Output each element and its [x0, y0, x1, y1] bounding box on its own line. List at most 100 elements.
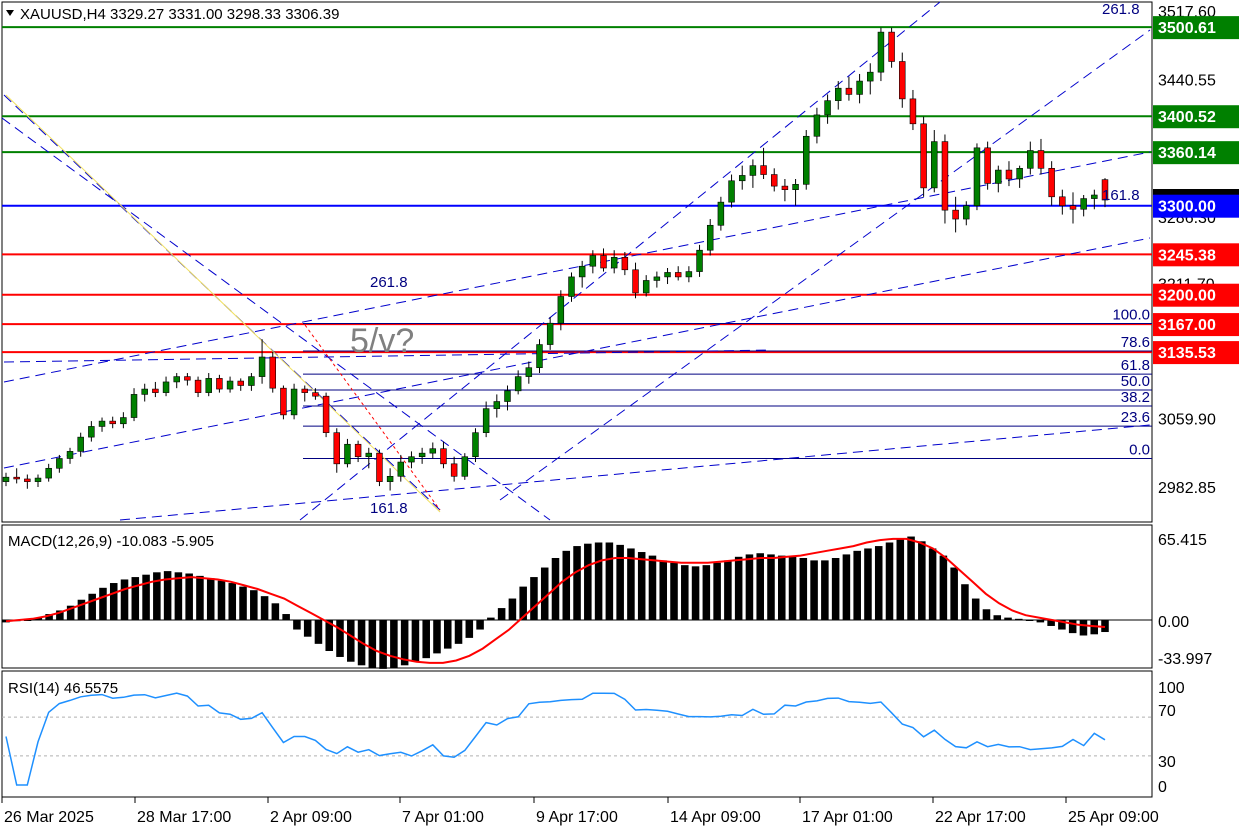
candle-body [685, 271, 693, 278]
macd-axis-label: 65.415 [1158, 532, 1207, 549]
macd-bar [271, 603, 280, 620]
macd-title: MACD(12,26,9) -10.083 -5.905 [8, 533, 214, 550]
candle-body [1069, 205, 1077, 210]
candle-body [856, 80, 863, 95]
candle-body [568, 276, 575, 297]
candle-body [408, 456, 415, 463]
price-axis: 3517.603440.553364.653286.303211.703059.… [1153, 4, 1239, 497]
candle-body [77, 436, 84, 452]
macd-bar [950, 567, 958, 620]
candle-body [440, 448, 447, 465]
macd-bar [368, 620, 377, 668]
candle-body [1059, 196, 1066, 206]
symbol-line: XAUUSD,H4 3329.27 3331.00 3298.33 3306.3… [20, 6, 339, 23]
macd-bar [1068, 620, 1077, 634]
level-box-label: 3200.00 [1158, 288, 1216, 305]
candle-body [152, 388, 159, 393]
candle-body [66, 451, 74, 459]
macd-bar [314, 620, 323, 644]
price-panel [1, 1, 1153, 523]
macd-bar [573, 546, 581, 620]
macd-bar [497, 608, 506, 620]
candle-body [1027, 150, 1034, 169]
candle-body [482, 408, 490, 433]
candle-body [205, 378, 212, 393]
macd-bar [756, 553, 764, 620]
macd-bar [443, 620, 452, 649]
time-axis-label: 25 Apr 09:00 [1068, 809, 1159, 826]
macd-bar [422, 620, 430, 659]
candle-body [888, 31, 895, 62]
candle-body [354, 443, 362, 458]
candle-body [418, 452, 426, 458]
macd-bar [907, 536, 915, 620]
fib-ext-label: 261.8 [1102, 1, 1140, 18]
candle-body [376, 452, 383, 482]
candle-body [461, 456, 469, 477]
macd-bar [864, 548, 872, 620]
candle-body [963, 205, 970, 220]
candle-body [749, 165, 757, 176]
candle-body [589, 255, 597, 267]
macd-axis-label: -33.997 [1158, 651, 1212, 668]
time-axis-label: 22 Apr 17:00 [935, 809, 1026, 826]
candle-body [909, 98, 917, 125]
macd-bar [88, 593, 96, 620]
macd-bar [303, 620, 312, 637]
macd-bar [411, 620, 420, 662]
fib-level-label: 38.2 [1121, 389, 1150, 406]
candle-body [1016, 168, 1023, 180]
rsi-title: RSI(14) 46.5575 [8, 680, 118, 697]
level-box-label: 3135.53 [1158, 345, 1216, 362]
candle-body [258, 356, 266, 377]
candle-body [1005, 169, 1013, 180]
candle-body [13, 476, 20, 480]
candle-body [130, 394, 138, 418]
candle-body [835, 87, 842, 101]
candle-body [56, 458, 63, 469]
candle-body [995, 169, 1002, 184]
candle-body [728, 180, 735, 203]
candle-body [1080, 198, 1087, 210]
fib-level-label: 100.0 [1112, 307, 1150, 324]
macd-bar [465, 620, 474, 638]
candle-body [984, 147, 991, 184]
macd-bar [1025, 620, 1034, 621]
candle-body [952, 209, 959, 220]
candle-body [194, 379, 202, 393]
candle-body [941, 141, 949, 211]
macd-bar [670, 562, 678, 620]
candle-body [546, 322, 554, 345]
candle-body [610, 257, 618, 269]
macd-bar [476, 620, 484, 630]
macd-bar [1004, 617, 1012, 620]
candle-body [493, 401, 501, 409]
level-box-label: 3500.61 [1158, 20, 1216, 37]
macd-bar [713, 562, 721, 620]
macd-bar [1079, 620, 1088, 636]
time-axis-label: 2 Apr 09:00 [270, 809, 352, 826]
candle-body [450, 463, 458, 477]
candle-body [824, 100, 831, 116]
macd-bar [282, 614, 290, 620]
macd-bar [239, 586, 247, 620]
macd-bar [131, 577, 140, 620]
rsi-axis-label: 70 [1158, 703, 1176, 720]
macd-bar [724, 560, 732, 620]
fib-level-label: 23.6 [1121, 409, 1150, 426]
candle-body [45, 467, 52, 479]
candle-body [429, 448, 437, 454]
candle-body [525, 367, 533, 377]
candle-body [845, 87, 853, 95]
time-axis-label: 17 Apr 01:00 [802, 809, 893, 826]
level-box-label: 3300.00 [1158, 199, 1216, 216]
macd-bar [250, 590, 258, 620]
candle-body [781, 185, 789, 190]
candle-body [397, 461, 405, 477]
fib-level-label: 78.6 [1121, 334, 1150, 351]
macd-bar [584, 543, 592, 620]
candle-body [301, 388, 308, 393]
macd-bar [196, 575, 204, 620]
candle-body [738, 175, 746, 182]
macd-bar [293, 620, 301, 630]
